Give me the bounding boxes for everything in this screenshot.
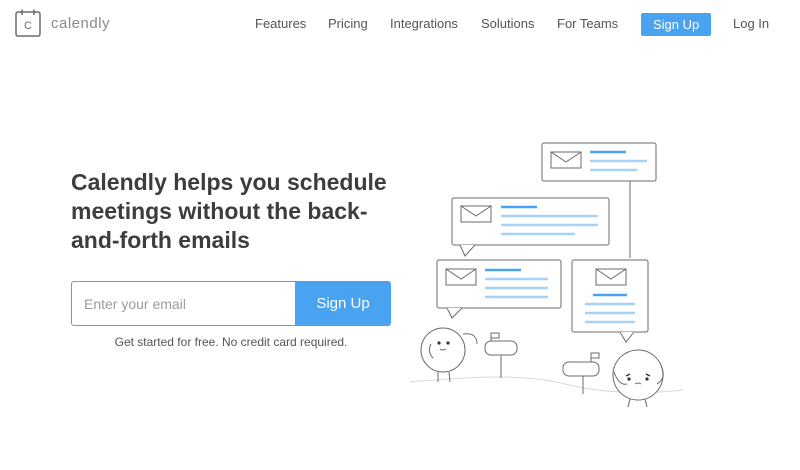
- brand-logo[interactable]: C calendly: [15, 9, 110, 37]
- hero-signup-button[interactable]: Sign Up: [295, 281, 391, 326]
- nav-link-for-teams[interactable]: For Teams: [557, 13, 618, 35]
- calendar-logo-icon: C: [15, 9, 41, 37]
- nav-link-integrations[interactable]: Integrations: [390, 13, 458, 35]
- character-right: [612, 349, 664, 408]
- logo-glyph: C: [24, 20, 32, 32]
- nav-link-features[interactable]: Features: [255, 13, 306, 35]
- character-left: [420, 327, 478, 383]
- hero-headline: Calendly helps you schedule meetings wit…: [71, 169, 387, 253]
- mailbox-icon: [484, 332, 518, 378]
- nav-login-link[interactable]: Log In: [733, 13, 769, 35]
- email-scheduling-illustration: [409, 142, 684, 408]
- site-header: C calendly Features Pricing Integrations…: [0, 0, 800, 48]
- signup-form: Sign Up: [71, 281, 391, 326]
- email-input[interactable]: [71, 281, 295, 326]
- signup-subtext: Get started for free. No credit card req…: [114, 335, 348, 349]
- nav-signup-button[interactable]: Sign Up: [641, 13, 712, 36]
- message-card: [451, 197, 610, 257]
- brand-name: calendly: [51, 14, 111, 32]
- nav-link-solutions[interactable]: Solutions: [481, 13, 534, 35]
- message-card: [436, 259, 562, 319]
- nav-link-pricing[interactable]: Pricing: [328, 13, 368, 35]
- message-card: [571, 259, 649, 343]
